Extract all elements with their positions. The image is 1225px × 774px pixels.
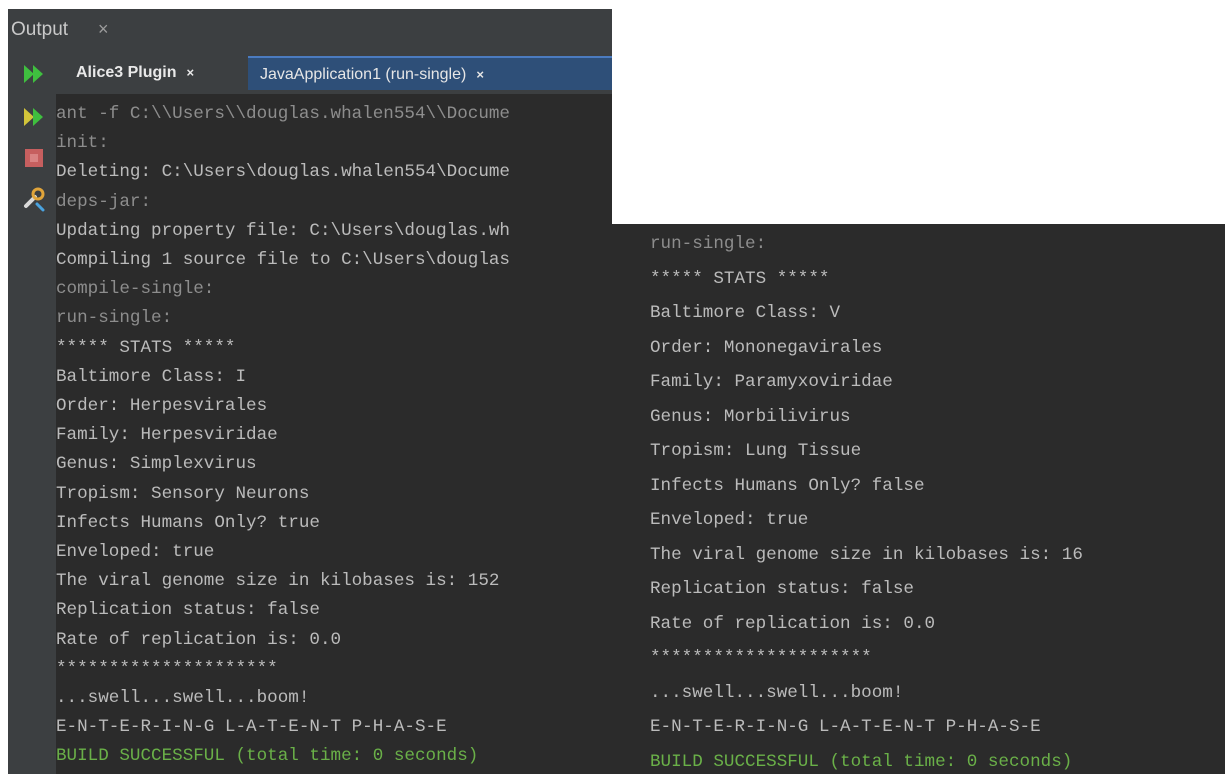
console-line: Tropism: Sensory Neurons	[56, 483, 310, 504]
console-output-right[interactable]: run-single: ***** STATS ***** Baltimore Cl…	[650, 224, 1225, 774]
output-toolbar	[8, 54, 57, 774]
tab-label: JavaApplication1 (run-single)	[260, 66, 467, 83]
console-line: E-N-T-E-R-I-N-G L-A-T-E-N-T P-H-A-S-E	[56, 717, 447, 738]
console-output-left[interactable]: ant -f C:\\Users\\douglas.whalen554\\Doc…	[56, 96, 612, 774]
console-line: BUILD SUCCESSFUL (total time: 0 seconds)	[56, 746, 479, 767]
console-line: Replication status: false	[650, 579, 914, 599]
console-line: The viral genome size in kilobases is: 1…	[56, 571, 500, 592]
output-panel-close-icon[interactable]: ×	[98, 19, 109, 40]
rerun-with-options-icon[interactable]	[21, 104, 47, 130]
output-panel-title: Output	[11, 19, 69, 40]
console-line: Order: Herpesvirales	[56, 396, 268, 416]
output-window: Output × Alice3 Plugin × JavaApplication…	[8, 9, 612, 774]
tab-label: Alice3 Plugin	[76, 64, 177, 81]
settings-icon[interactable]	[21, 186, 47, 212]
console-line: Enveloped: true	[56, 542, 215, 562]
console-line: BUILD SUCCESSFUL (total time: 0 seconds)	[650, 751, 1073, 772]
console-line: The viral genome size in kilobases is: 1…	[650, 544, 1083, 565]
close-icon[interactable]: ×	[476, 67, 484, 82]
console-line: Genus: Morbilivirus	[650, 406, 851, 427]
console-line: E-N-T-E-R-I-N-G L-A-T-E-N-T P-H-A-S-E	[650, 717, 1041, 737]
console-line: Rate of replication is: 0.0	[56, 629, 342, 650]
console-line: Baltimore Class: I	[56, 366, 247, 387]
close-icon[interactable]: ×	[186, 65, 194, 80]
console-line: Replication status: false	[56, 600, 320, 621]
output-panel-header: Output ×	[8, 9, 612, 55]
console-line: ...swell...swell...boom!	[56, 688, 310, 708]
console-line: *********************	[56, 658, 278, 679]
console-line: compile-single:	[56, 279, 215, 300]
console-line: Infects Humans Only? true	[56, 512, 320, 533]
console-line: Family: Paramyxoviridae	[650, 372, 893, 392]
console-line: Compiling 1 source file to C:\Users\doug…	[56, 250, 510, 270]
console-line: Genus: Simplexvirus	[56, 454, 257, 475]
tab-alice3-plugin[interactable]: Alice3 Plugin ×	[64, 56, 246, 90]
output-window-second-run: run-single: ***** STATS ***** Baltimore Cl…	[612, 224, 1225, 774]
console-line: run-single:	[650, 234, 767, 254]
console-line: Enveloped: true	[650, 510, 809, 530]
console-line: Order: Mononegavirales	[650, 337, 883, 358]
console-line: Updating property file: C:\Users\douglas…	[56, 220, 510, 241]
console-line: Deleting: C:\Users\douglas.whalen554\Doc…	[56, 162, 510, 183]
console-line: Tropism: Lung Tissue	[650, 441, 862, 461]
console-line: Baltimore Class: V	[650, 303, 841, 323]
tab-javaapplication1-run-single[interactable]: JavaApplication1 (run-single) ×	[248, 56, 612, 90]
console-line: Infects Humans Only? false	[650, 475, 925, 496]
console-line: ant -f C:\\Users\\douglas.whalen554\\Doc…	[56, 104, 510, 124]
console-line: ***** STATS *****	[56, 337, 236, 358]
rerun-icon[interactable]	[21, 61, 47, 87]
console-line: *********************	[650, 648, 872, 668]
stop-icon[interactable]	[21, 145, 47, 171]
output-tab-bar: Alice3 Plugin × JavaApplication1 (run-sin…	[56, 54, 612, 94]
console-line: Rate of replication is: 0.0	[650, 613, 936, 634]
console-line: ***** STATS *****	[650, 268, 830, 289]
console-line: deps-jar:	[56, 191, 152, 212]
console-line: run-single:	[56, 308, 173, 329]
console-line: ...swell...swell...boom!	[650, 682, 904, 703]
console-line: Family: Herpesviridae	[56, 425, 278, 446]
console-line: init:	[56, 133, 109, 154]
